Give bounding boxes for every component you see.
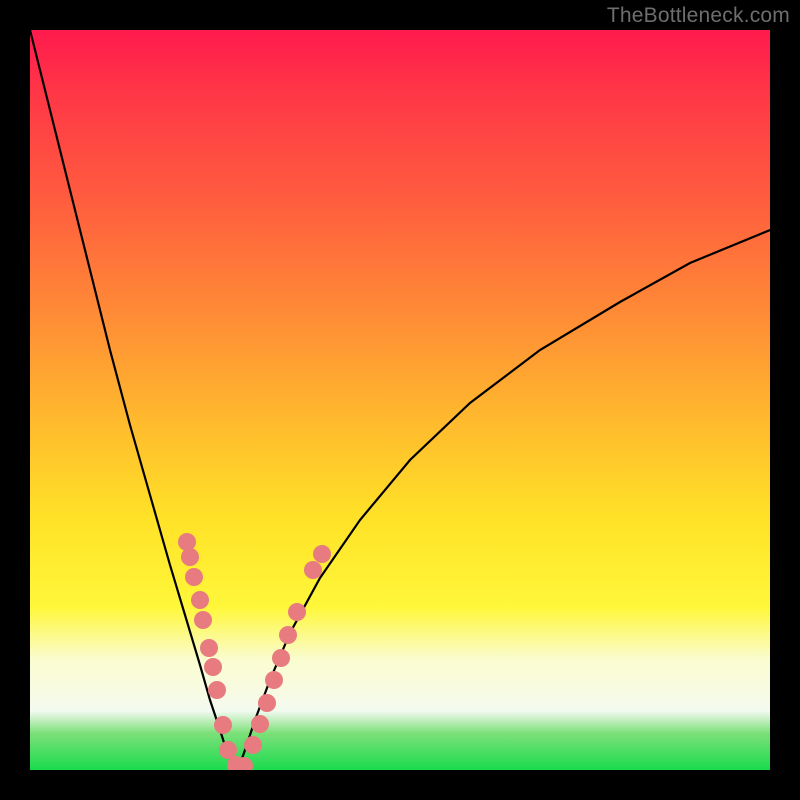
scatter-dot [288, 603, 306, 621]
scatter-dot [313, 545, 331, 563]
scatter-dot [279, 626, 297, 644]
scatter-dot [244, 736, 262, 754]
scatter-dot [214, 716, 232, 734]
plot-area [30, 30, 770, 770]
scatter-dot [191, 591, 209, 609]
scatter-dots [178, 533, 331, 770]
curve-right [238, 230, 770, 770]
scatter-dot [204, 658, 222, 676]
scatter-dot [304, 561, 322, 579]
scatter-dot [200, 639, 218, 657]
scatter-dot [251, 715, 269, 733]
chart-svg [30, 30, 770, 770]
scatter-dot [208, 681, 226, 699]
scatter-dot [178, 533, 196, 551]
scatter-dot [265, 671, 283, 689]
watermark-text: TheBottleneck.com [607, 4, 790, 28]
scatter-dot [185, 568, 203, 586]
scatter-dot [258, 694, 276, 712]
scatter-dot [181, 548, 199, 566]
scatter-dot [272, 649, 290, 667]
outer-frame: TheBottleneck.com [0, 0, 800, 800]
curve-left [30, 30, 238, 770]
scatter-dot [194, 611, 212, 629]
